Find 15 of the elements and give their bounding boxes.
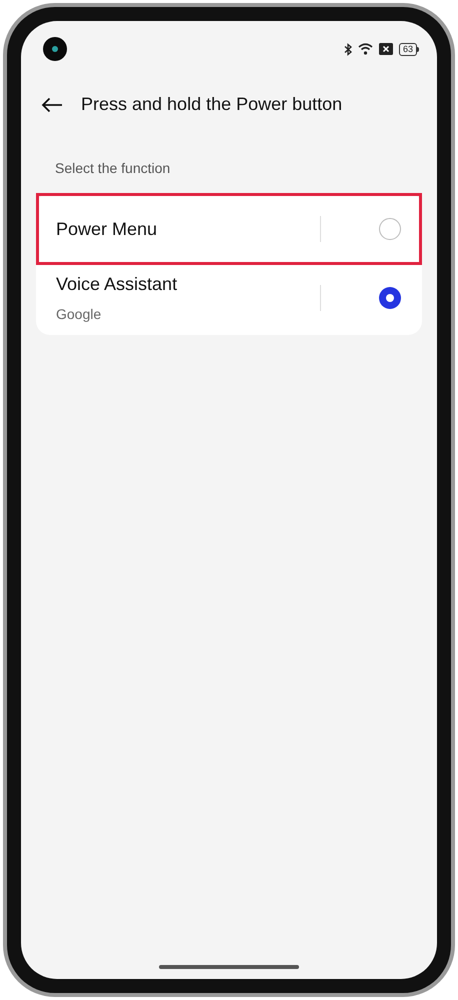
- option-title: Voice Assistant: [56, 273, 178, 296]
- radio-button[interactable]: [379, 287, 401, 309]
- wifi-icon: [358, 43, 373, 55]
- back-icon[interactable]: [41, 96, 63, 112]
- bluetooth-icon: [344, 42, 352, 56]
- no-sim-icon: [378, 43, 393, 55]
- option-row[interactable]: Voice Assistant Google: [36, 265, 422, 331]
- option-subtitle: Google: [56, 305, 102, 324]
- section-label: Select the function: [54, 159, 172, 178]
- camera-icon: [43, 37, 67, 61]
- radio-button[interactable]: [379, 218, 401, 240]
- page-title: Press and hold the Power button: [81, 93, 342, 116]
- option-title: Power Menu: [56, 218, 158, 240]
- battery-icon: 63: [398, 42, 419, 56]
- option-row[interactable]: Power Menu: [36, 193, 422, 265]
